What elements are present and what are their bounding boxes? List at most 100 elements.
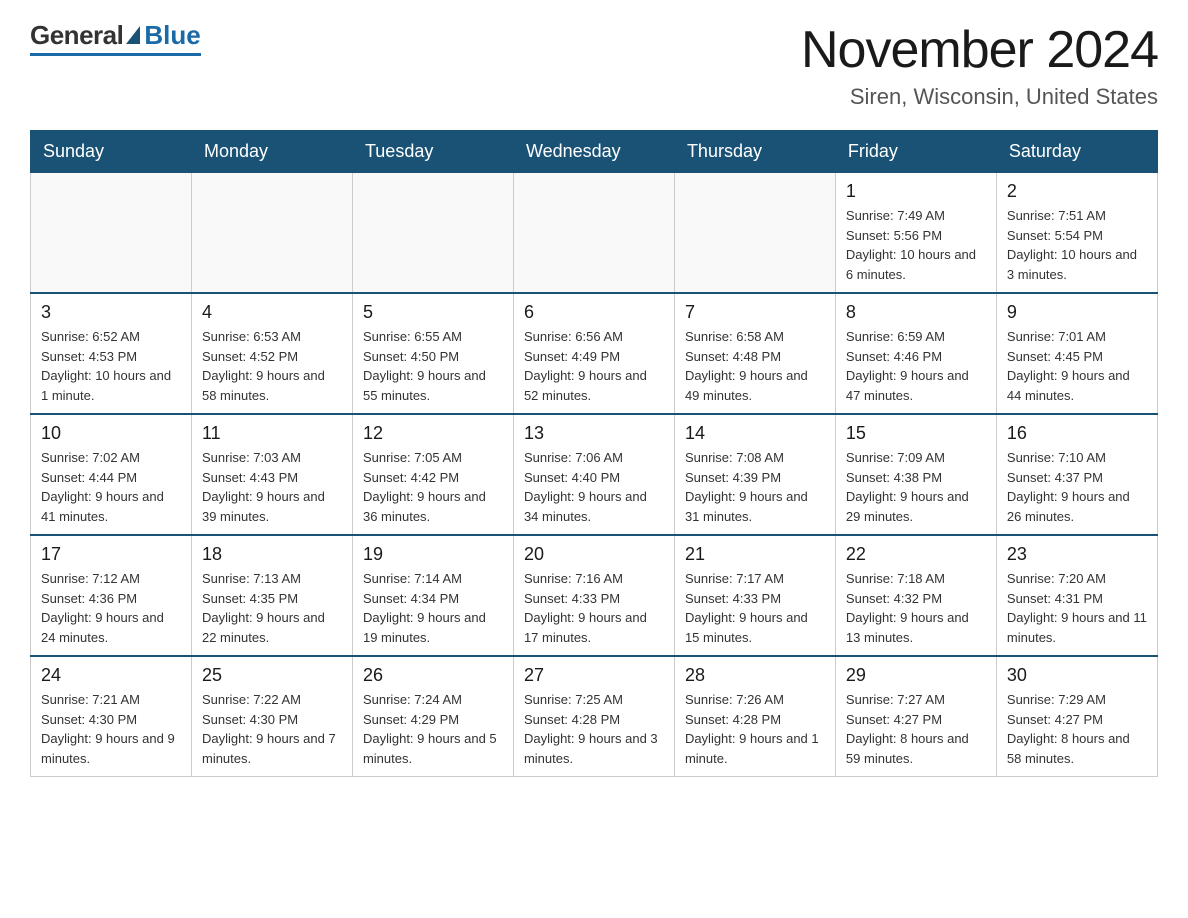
calendar-cell: 28 Sunrise: 7:26 AMSunset: 4:28 PMDayligh…: [674, 656, 835, 777]
calendar-cell: 23Sunrise: 7:20 AMSunset: 4:31 PMDayligh…: [996, 535, 1157, 656]
day-info: Sunrise: 7:12 AMSunset: 4:36 PMDaylight:…: [41, 569, 181, 647]
weekday-header-wednesday: Wednesday: [513, 131, 674, 173]
calendar-cell: [191, 173, 352, 294]
weekday-header-tuesday: Tuesday: [352, 131, 513, 173]
day-info: Sunrise: 6:55 AMSunset: 4:50 PMDaylight:…: [363, 327, 503, 405]
day-info: Sunrise: 7:21 AMSunset: 4:30 PMDaylight:…: [41, 690, 181, 768]
day-number: 9: [1007, 302, 1147, 323]
day-info: Sunrise: 7:16 AMSunset: 4:33 PMDaylight:…: [524, 569, 664, 647]
calendar-cell: 25 Sunrise: 7:22 AMSunset: 4:30 PMDayligh…: [191, 656, 352, 777]
day-info: Sunrise: 7:14 AMSunset: 4:34 PMDaylight:…: [363, 569, 503, 647]
calendar-cell: [352, 173, 513, 294]
calendar-cell: 19Sunrise: 7:14 AMSunset: 4:34 PMDayligh…: [352, 535, 513, 656]
day-number: 29: [846, 665, 986, 686]
day-number: 27: [524, 665, 664, 686]
calendar-cell: 30 Sunrise: 7:29 AMSunset: 4:27 PMDayligh…: [996, 656, 1157, 777]
calendar-week-row: 10 Sunrise: 7:02 AMSunset: 4:44 PMDayligh…: [31, 414, 1158, 535]
weekday-header-saturday: Saturday: [996, 131, 1157, 173]
day-number: 22: [846, 544, 986, 565]
day-info: Sunrise: 7:22 AMSunset: 4:30 PMDaylight:…: [202, 690, 342, 768]
calendar-cell: 12Sunrise: 7:05 AMSunset: 4:42 PMDayligh…: [352, 414, 513, 535]
calendar-table: SundayMondayTuesdayWednesdayThursdayFrid…: [30, 130, 1158, 777]
day-number: 18: [202, 544, 342, 565]
logo-triangle-icon: [126, 26, 140, 44]
calendar-week-row: 17 Sunrise: 7:12 AMSunset: 4:36 PMDayligh…: [31, 535, 1158, 656]
day-info: Sunrise: 7:17 AMSunset: 4:33 PMDaylight:…: [685, 569, 825, 647]
day-info: Sunrise: 7:49 AMSunset: 5:56 PMDaylight:…: [846, 206, 986, 284]
calendar-cell: 1 Sunrise: 7:49 AMSunset: 5:56 PMDaylight…: [835, 173, 996, 294]
calendar-cell: 29Sunrise: 7:27 AMSunset: 4:27 PMDayligh…: [835, 656, 996, 777]
day-info: Sunrise: 7:29 AMSunset: 4:27 PMDaylight:…: [1007, 690, 1147, 768]
calendar-cell: 8 Sunrise: 6:59 AMSunset: 4:46 PMDaylight…: [835, 293, 996, 414]
calendar-cell: 2Sunrise: 7:51 AMSunset: 5:54 PMDaylight…: [996, 173, 1157, 294]
calendar-cell: 18 Sunrise: 7:13 AMSunset: 4:35 PMDayligh…: [191, 535, 352, 656]
day-number: 21: [685, 544, 825, 565]
day-number: 25: [202, 665, 342, 686]
day-number: 23: [1007, 544, 1147, 565]
day-number: 17: [41, 544, 181, 565]
calendar-cell: 22 Sunrise: 7:18 AMSunset: 4:32 PMDayligh…: [835, 535, 996, 656]
day-number: 13: [524, 423, 664, 444]
calendar-cell: 15 Sunrise: 7:09 AMSunset: 4:38 PMDayligh…: [835, 414, 996, 535]
day-info: Sunrise: 6:58 AMSunset: 4:48 PMDaylight:…: [685, 327, 825, 405]
location-title: Siren, Wisconsin, United States: [801, 84, 1158, 110]
calendar-cell: [513, 173, 674, 294]
calendar-cell: 5 Sunrise: 6:55 AMSunset: 4:50 PMDaylight…: [352, 293, 513, 414]
calendar-week-row: 3Sunrise: 6:52 AMSunset: 4:53 PMDaylight…: [31, 293, 1158, 414]
calendar-cell: 14Sunrise: 7:08 AMSunset: 4:39 PMDayligh…: [674, 414, 835, 535]
day-number: 20: [524, 544, 664, 565]
logo-underline: [30, 53, 201, 56]
day-info: Sunrise: 6:52 AMSunset: 4:53 PMDaylight:…: [41, 327, 181, 405]
calendar-cell: [31, 173, 192, 294]
day-number: 24: [41, 665, 181, 686]
day-info: Sunrise: 7:09 AMSunset: 4:38 PMDaylight:…: [846, 448, 986, 526]
calendar-cell: 13 Sunrise: 7:06 AMSunset: 4:40 PMDayligh…: [513, 414, 674, 535]
calendar-cell: 20 Sunrise: 7:16 AMSunset: 4:33 PMDayligh…: [513, 535, 674, 656]
calendar-cell: 26 Sunrise: 7:24 AMSunset: 4:29 PMDayligh…: [352, 656, 513, 777]
calendar-week-row: 24 Sunrise: 7:21 AMSunset: 4:30 PMDayligh…: [31, 656, 1158, 777]
day-number: 2: [1007, 181, 1147, 202]
calendar-cell: 11 Sunrise: 7:03 AMSunset: 4:43 PMDayligh…: [191, 414, 352, 535]
day-info: Sunrise: 7:13 AMSunset: 4:35 PMDaylight:…: [202, 569, 342, 647]
calendar-cell: 3Sunrise: 6:52 AMSunset: 4:53 PMDaylight…: [31, 293, 192, 414]
day-info: Sunrise: 7:02 AMSunset: 4:44 PMDaylight:…: [41, 448, 181, 526]
day-info: Sunrise: 7:18 AMSunset: 4:32 PMDaylight:…: [846, 569, 986, 647]
calendar-cell: 17 Sunrise: 7:12 AMSunset: 4:36 PMDayligh…: [31, 535, 192, 656]
day-info: Sunrise: 7:24 AMSunset: 4:29 PMDaylight:…: [363, 690, 503, 768]
day-number: 28: [685, 665, 825, 686]
day-number: 8: [846, 302, 986, 323]
logo-blue-text: Blue: [144, 20, 200, 51]
day-number: 11: [202, 423, 342, 444]
title-area: November 2024 Siren, Wisconsin, United S…: [801, 20, 1158, 110]
page-header: General Blue November 2024 Siren, Wiscon…: [30, 20, 1158, 110]
weekday-header-monday: Monday: [191, 131, 352, 173]
day-number: 6: [524, 302, 664, 323]
day-number: 5: [363, 302, 503, 323]
weekday-header-sunday: Sunday: [31, 131, 192, 173]
day-number: 15: [846, 423, 986, 444]
day-info: Sunrise: 7:25 AMSunset: 4:28 PMDaylight:…: [524, 690, 664, 768]
day-info: Sunrise: 7:01 AMSunset: 4:45 PMDaylight:…: [1007, 327, 1147, 405]
weekday-header-row: SundayMondayTuesdayWednesdayThursdayFrid…: [31, 131, 1158, 173]
calendar-cell: 4Sunrise: 6:53 AMSunset: 4:52 PMDaylight…: [191, 293, 352, 414]
day-number: 4: [202, 302, 342, 323]
calendar-cell: [674, 173, 835, 294]
day-number: 12: [363, 423, 503, 444]
day-info: Sunrise: 7:06 AMSunset: 4:40 PMDaylight:…: [524, 448, 664, 526]
calendar-cell: 21 Sunrise: 7:17 AMSunset: 4:33 PMDayligh…: [674, 535, 835, 656]
day-info: Sunrise: 6:59 AMSunset: 4:46 PMDaylight:…: [846, 327, 986, 405]
day-info: Sunrise: 7:26 AMSunset: 4:28 PMDaylight:…: [685, 690, 825, 768]
day-number: 1: [846, 181, 986, 202]
day-number: 14: [685, 423, 825, 444]
day-number: 26: [363, 665, 503, 686]
day-number: 30: [1007, 665, 1147, 686]
day-info: Sunrise: 6:56 AMSunset: 4:49 PMDaylight:…: [524, 327, 664, 405]
day-number: 10: [41, 423, 181, 444]
day-number: 7: [685, 302, 825, 323]
logo: General Blue: [30, 20, 201, 56]
calendar-cell: 24 Sunrise: 7:21 AMSunset: 4:30 PMDayligh…: [31, 656, 192, 777]
calendar-cell: 16Sunrise: 7:10 AMSunset: 4:37 PMDayligh…: [996, 414, 1157, 535]
day-info: Sunrise: 7:03 AMSunset: 4:43 PMDaylight:…: [202, 448, 342, 526]
logo-general-text: General: [30, 20, 123, 51]
calendar-week-row: 1 Sunrise: 7:49 AMSunset: 5:56 PMDaylight…: [31, 173, 1158, 294]
